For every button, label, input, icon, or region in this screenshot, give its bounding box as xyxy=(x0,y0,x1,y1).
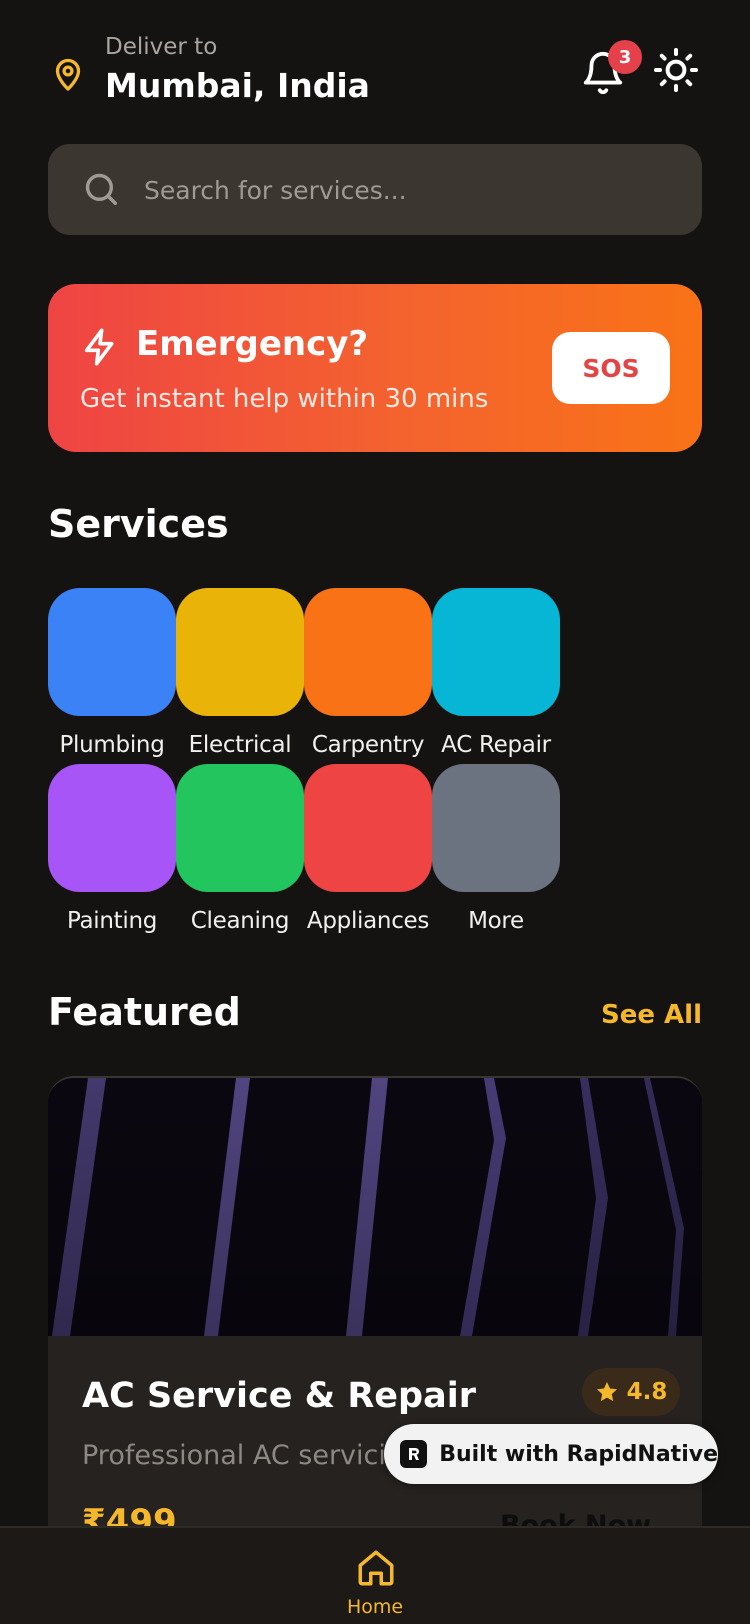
service-electrical[interactable]: Electrical xyxy=(176,588,304,758)
service-image xyxy=(48,1078,702,1336)
service-more[interactable]: More xyxy=(432,764,560,934)
location-pin-icon xyxy=(55,58,81,91)
notifications-button[interactable]: 3 xyxy=(580,40,642,98)
search-input[interactable] xyxy=(144,164,664,216)
service-painting[interactable]: Painting xyxy=(48,764,176,934)
service-cleaning[interactable]: Cleaning xyxy=(176,764,304,934)
service-label: Electrical xyxy=(188,732,292,758)
search-bar[interactable] xyxy=(48,144,702,235)
location-text[interactable]: Mumbai, India xyxy=(105,66,370,105)
service-label: More xyxy=(468,908,524,934)
service-label: Cleaning xyxy=(190,908,290,934)
nav-home-label: Home xyxy=(346,1596,404,1618)
built-with-badge[interactable]: Built with RapidNative xyxy=(384,1424,718,1484)
theme-toggle-button[interactable] xyxy=(652,46,702,96)
search-icon xyxy=(85,173,117,205)
service-ac-repair[interactable]: AC Repair xyxy=(432,588,560,758)
app-header: Deliver to Mumbai, India 3 xyxy=(0,0,750,130)
service-label: Carpentry xyxy=(311,732,425,758)
deliver-to-label: Deliver to xyxy=(105,34,218,60)
star-icon xyxy=(596,1382,617,1402)
sun-icon xyxy=(654,48,698,92)
sos-button[interactable]: SOS xyxy=(552,332,670,404)
featured-title: Featured xyxy=(48,990,241,1034)
service-tile xyxy=(432,588,560,716)
bottom-navigation: Home xyxy=(0,1526,750,1624)
card-title: AC Service & Repair xyxy=(82,1376,476,1416)
card-description: Professional AC servicing xyxy=(82,1440,421,1471)
service-tile xyxy=(176,588,304,716)
service-label: AC Repair xyxy=(441,732,551,758)
see-all-link[interactable]: See All xyxy=(601,1000,702,1030)
service-label: Appliances xyxy=(306,908,430,934)
services-title: Services xyxy=(48,502,229,546)
nav-home-tab[interactable]: Home xyxy=(335,1542,415,1624)
service-tile xyxy=(48,764,176,892)
home-icon xyxy=(358,1550,394,1586)
notification-count-badge: 3 xyxy=(608,40,642,74)
service-tile xyxy=(176,764,304,892)
service-label: Painting xyxy=(66,908,158,934)
rapidnative-logo-icon xyxy=(400,1440,428,1468)
service-appliances[interactable]: Appliances xyxy=(304,764,432,934)
rating-value: 4.8 xyxy=(626,1379,668,1405)
lightning-bolt-icon xyxy=(84,328,114,366)
service-plumbing[interactable]: Plumbing xyxy=(48,588,176,758)
service-tile xyxy=(304,764,432,892)
built-with-label: Built with RapidNative xyxy=(439,1441,718,1467)
service-label: Plumbing xyxy=(59,732,165,758)
service-tile xyxy=(304,588,432,716)
service-tile xyxy=(48,588,176,716)
emergency-subtitle: Get instant help within 30 mins xyxy=(80,384,489,414)
rating-badge: 4.8 xyxy=(582,1368,680,1416)
service-carpentry[interactable]: Carpentry xyxy=(304,588,432,758)
emergency-title: Emergency? xyxy=(136,324,369,364)
emergency-banner: Emergency? Get instant help within 30 mi… xyxy=(48,284,702,452)
service-tile xyxy=(432,764,560,892)
